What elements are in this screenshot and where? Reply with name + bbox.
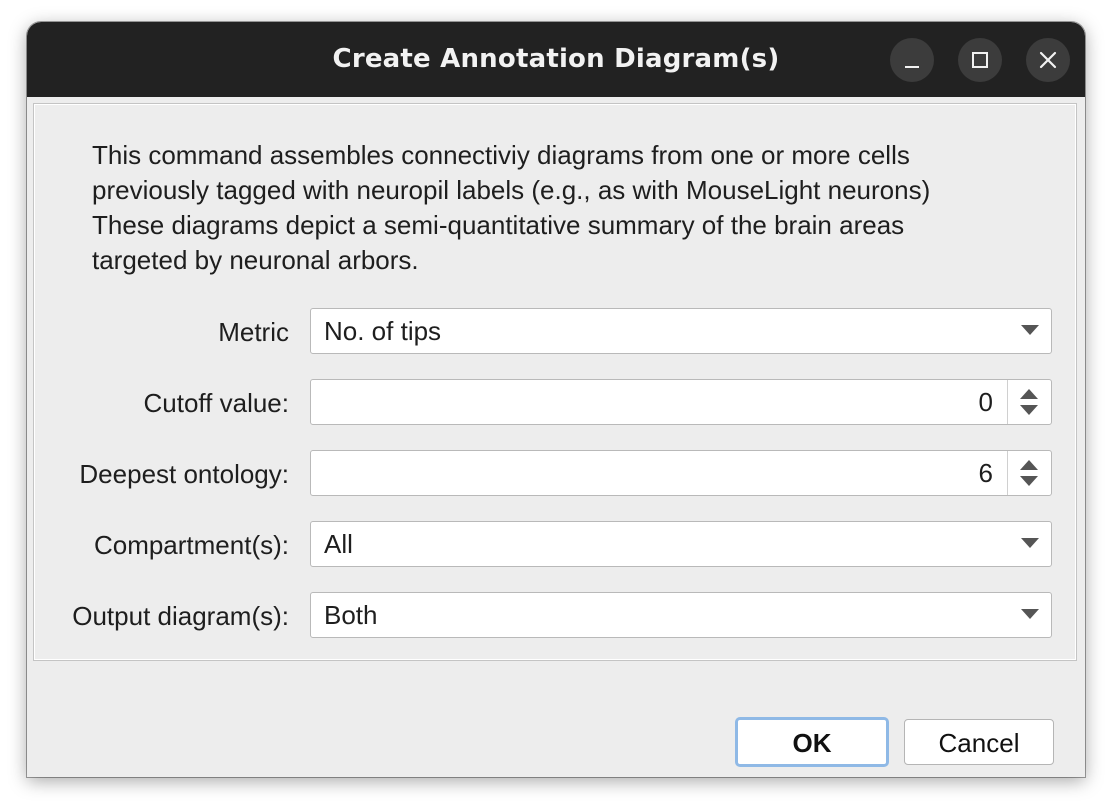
metric-select[interactable]: No. of tips <box>310 308 1052 354</box>
maximize-icon <box>972 52 988 68</box>
output-label: Output diagram(s): <box>72 601 289 631</box>
ontology-spinner[interactable]: 6 <box>310 450 1052 496</box>
chevron-down-icon <box>1021 538 1039 548</box>
options-panel: This command assembles connectiviy diagr… <box>33 103 1077 661</box>
maximize-button[interactable] <box>958 38 1002 82</box>
cancel-button[interactable]: Cancel <box>904 719 1054 765</box>
dialog-content: This command assembles connectiviy diagr… <box>27 97 1085 777</box>
title-bar[interactable]: Create Annotation Diagram(s) <box>27 22 1085 97</box>
description-line: These diagrams depict a semi-quantitativ… <box>92 210 905 240</box>
ok-button[interactable]: OK <box>735 717 889 767</box>
decrement-icon[interactable] <box>1020 476 1038 486</box>
increment-icon[interactable] <box>1020 389 1038 399</box>
cutoff-label: Cutoff value: <box>143 388 289 418</box>
metric-value: No. of tips <box>324 316 442 346</box>
minimize-button[interactable] <box>890 38 934 82</box>
compartments-select[interactable]: All <box>310 521 1052 567</box>
description-line: targeted by neuronal arbors. <box>92 245 419 275</box>
close-icon <box>1039 51 1057 69</box>
metric-label: Metric <box>218 317 289 347</box>
dialog-window: Create Annotation Diagram(s) This comman… <box>27 22 1085 777</box>
close-button[interactable] <box>1026 38 1070 82</box>
compartments-label: Compartment(s): <box>93 530 289 560</box>
compartments-value: All <box>324 529 353 559</box>
description-line: This command assembles connectiviy diagr… <box>92 140 910 170</box>
ontology-value[interactable]: 6 <box>979 451 993 495</box>
cutoff-spinner[interactable]: 0 <box>310 379 1052 425</box>
output-select[interactable]: Both <box>310 592 1052 638</box>
description-line: previously tagged with neuropil labels (… <box>92 175 931 205</box>
minimize-icon <box>905 66 919 68</box>
chevron-down-icon <box>1021 609 1039 619</box>
ontology-label: Deepest ontology: <box>79 459 289 489</box>
decrement-icon[interactable] <box>1020 405 1038 415</box>
increment-icon[interactable] <box>1020 460 1038 470</box>
cutoff-value[interactable]: 0 <box>979 380 993 424</box>
description-text: This command assembles connectiviy diagr… <box>92 138 1072 278</box>
cutoff-stepper-buttons <box>1007 380 1051 424</box>
output-value: Both <box>324 600 378 630</box>
chevron-down-icon <box>1021 325 1039 335</box>
ontology-stepper-buttons <box>1007 451 1051 495</box>
